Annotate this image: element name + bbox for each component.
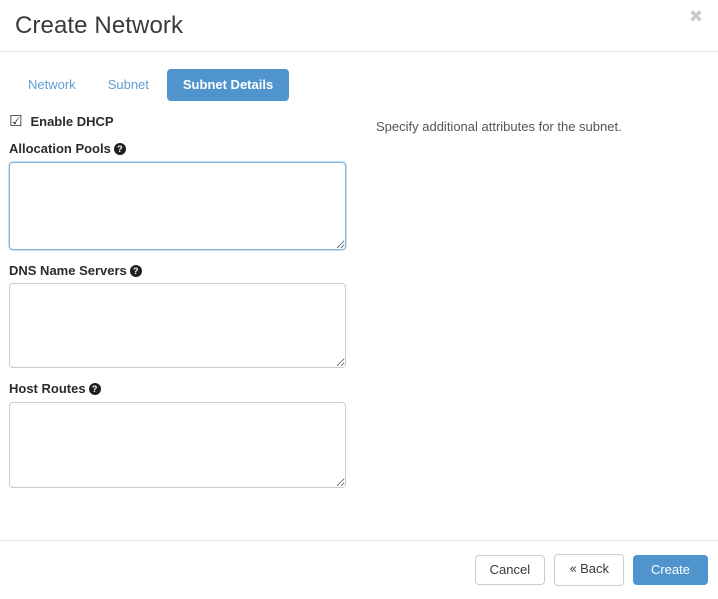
cancel-button[interactable]: Cancel bbox=[474, 554, 546, 586]
side-help-text: Specify additional attributes for the su… bbox=[376, 119, 622, 134]
chevron-left-icon: « bbox=[569, 562, 578, 578]
question-mark-icon[interactable]: ? bbox=[113, 143, 126, 155]
create-network-dialog: Create Network ✖ Network Subnet Subnet D… bbox=[0, 0, 718, 599]
dialog-body: Network Subnet Subnet Details ☑ Enable D… bbox=[0, 52, 718, 540]
question-mark-icon[interactable]: ? bbox=[88, 383, 101, 396]
host-routes-label-text: Host Routes bbox=[9, 381, 86, 397]
tab-subnet[interactable]: Subnet bbox=[94, 70, 163, 101]
allocation-pools-input[interactable] bbox=[9, 161, 346, 250]
dns-name-servers-label-text: DNS Name Servers bbox=[9, 262, 127, 278]
back-button-label: Back bbox=[580, 561, 609, 577]
page-title: Create Network bbox=[15, 11, 184, 39]
enable-dhcp-row[interactable]: ☑ Enable DHCP bbox=[9, 114, 346, 130]
host-routes-label: Host Routes? bbox=[9, 381, 346, 397]
close-icon[interactable]: ✖ bbox=[683, 4, 709, 30]
body-columns: ☑ Enable DHCP Allocation Pools? DNS Name… bbox=[0, 100, 718, 501]
allocation-pools-group: Allocation Pools? bbox=[9, 141, 346, 250]
back-button[interactable]: «Back bbox=[554, 554, 624, 586]
dns-name-servers-group: DNS Name Servers? bbox=[9, 263, 346, 369]
form-column: ☑ Enable DHCP Allocation Pools? DNS Name… bbox=[0, 100, 358, 501]
host-routes-group: Host Routes? bbox=[9, 381, 346, 488]
question-mark-icon[interactable]: ? bbox=[129, 264, 142, 277]
checkbox-checked-icon[interactable]: ☑ bbox=[9, 114, 22, 129]
enable-dhcp-label[interactable]: Enable DHCP bbox=[30, 114, 113, 129]
tab-subnet-details[interactable]: Subnet Details bbox=[166, 68, 290, 102]
tab-network[interactable]: Network bbox=[14, 70, 90, 101]
dns-name-servers-label: DNS Name Servers? bbox=[9, 263, 346, 279]
allocation-pools-label: Allocation Pools? bbox=[9, 141, 346, 157]
host-routes-input[interactable] bbox=[9, 401, 346, 488]
wizard-tabs: Network Subnet Subnet Details bbox=[0, 52, 718, 102]
allocation-pools-label-text: Allocation Pools bbox=[9, 141, 111, 156]
create-button[interactable]: Create bbox=[632, 554, 708, 586]
dns-name-servers-input[interactable] bbox=[9, 283, 346, 369]
help-column: Specify additional attributes for the su… bbox=[358, 100, 718, 137]
dialog-footer: Cancel «Back Create bbox=[0, 540, 718, 599]
dialog-header: Create Network ✖ bbox=[0, 0, 718, 52]
